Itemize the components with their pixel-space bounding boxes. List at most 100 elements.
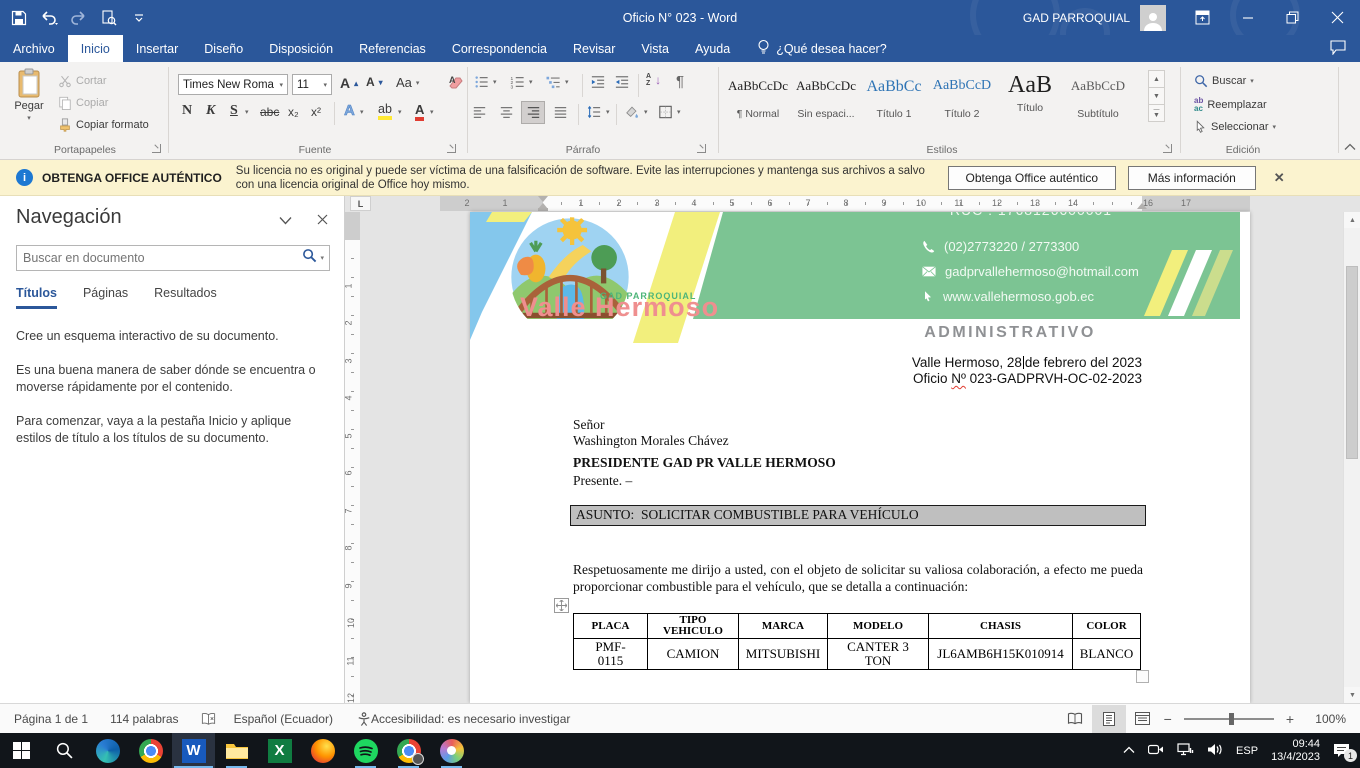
tab-archivo[interactable]: Archivo [0, 35, 68, 62]
tab-ayuda[interactable]: Ayuda [682, 35, 743, 62]
bold-button[interactable]: N [182, 103, 192, 119]
tab-disposicion[interactable]: Disposición [256, 35, 346, 62]
table-cell[interactable]: BLANCO [1073, 639, 1141, 670]
tab-stop-selector[interactable]: L [350, 196, 371, 211]
underline-button[interactable]: S [230, 103, 238, 119]
table-header[interactable]: MODELO [828, 614, 929, 639]
taskbar-chrome-profile-icon[interactable] [387, 733, 430, 768]
styles-dialog-launcher-icon[interactable] [1163, 144, 1172, 153]
meet-now-icon[interactable] [1148, 743, 1164, 759]
minimize-button[interactable] [1225, 0, 1270, 35]
italic-button[interactable]: K [206, 103, 215, 119]
start-button[interactable] [0, 733, 43, 768]
style-normal[interactable]: AaBbCcDc ¶ Normal [726, 70, 790, 128]
tab-referencias[interactable]: Referencias [346, 35, 439, 62]
styles-scroll-down[interactable]: ▼ [1148, 87, 1165, 105]
zoom-slider[interactable] [1184, 718, 1274, 720]
proofing-icon[interactable] [201, 712, 216, 726]
action-center-icon[interactable]: 1 [1333, 743, 1350, 758]
decrease-indent-button[interactable] [590, 75, 606, 89]
numbering-button[interactable]: 123▾ [510, 75, 533, 89]
scrollbar-thumb[interactable] [1346, 266, 1358, 459]
font-name-combobox[interactable]: Times New Roma▾ [178, 74, 288, 95]
nav-tab-paginas[interactable]: Páginas [83, 286, 128, 309]
tab-insertar[interactable]: Insertar [123, 35, 191, 62]
select-button[interactable]: Seleccionar▾ [1194, 120, 1276, 134]
page-indicator[interactable]: Página 1 de 1 [14, 712, 88, 726]
accessibility-icon[interactable] [357, 712, 371, 726]
style-title[interactable]: AaB Título [998, 70, 1062, 128]
table-header[interactable]: CHASIS [929, 614, 1073, 639]
nav-chevron-down-icon[interactable] [279, 212, 292, 230]
avatar[interactable] [1140, 5, 1166, 31]
keyboard-language[interactable]: ESP [1236, 745, 1258, 757]
paste-button[interactable]: Pegar ▾ [8, 68, 50, 122]
text-effects-button[interactable]: A [344, 102, 355, 119]
search-input[interactable] [17, 251, 302, 265]
search-chevron-icon[interactable]: ▾ [320, 254, 324, 262]
recipient-line-1[interactable]: Señor [573, 417, 605, 433]
body-paragraph[interactable]: Respetuosamente me dirijo a usted, con e… [573, 561, 1143, 595]
sort-button[interactable]: AZ↓ [646, 73, 661, 87]
clipboard-dialog-launcher-icon[interactable] [152, 144, 161, 153]
show-marks-button[interactable]: ¶ [676, 73, 684, 90]
table-cell[interactable]: PMF- 0115 [574, 639, 648, 670]
taskbar-firefox-icon[interactable] [301, 733, 344, 768]
taskbar-search-button[interactable] [43, 733, 86, 768]
taskbar-edge-icon[interactable] [86, 733, 129, 768]
grow-font-button[interactable]: A▴ [340, 75, 358, 91]
table-header[interactable]: TIPO VEHICULO [648, 614, 739, 639]
language-indicator[interactable]: Español (Ecuador) [234, 712, 333, 726]
taskbar-paint-icon[interactable] [430, 733, 473, 768]
taskbar-chrome-icon[interactable] [129, 733, 172, 768]
find-button[interactable]: Buscar▾ [1194, 74, 1254, 88]
recipient-line-3[interactable]: PRESIDENTE GAD PR VALLE HERMOSO [573, 455, 836, 471]
paragraph-dialog-launcher-icon[interactable] [697, 144, 706, 153]
network-icon[interactable] [1177, 743, 1194, 759]
tray-chevron-up-icon[interactable] [1123, 745, 1135, 757]
table-move-handle[interactable] [554, 598, 569, 613]
restore-button[interactable] [1270, 0, 1315, 35]
more-info-button[interactable]: Más información [1128, 166, 1256, 190]
tell-me-box[interactable]: ¿Qué desea hacer? [743, 35, 887, 62]
print-layout-button[interactable] [1092, 705, 1126, 733]
taskbar-spotify-icon[interactable] [344, 733, 387, 768]
account-name[interactable]: GAD PARROQUIAL [1023, 11, 1130, 25]
style-heading2[interactable]: AaBbCcD Título 2 [930, 70, 994, 128]
underline-chevron-icon[interactable]: ▾ [245, 108, 249, 116]
tab-correspondencia[interactable]: Correspondencia [439, 35, 560, 62]
document-page[interactable]: GAD PARROQUIAL Valle Hermoso RUC : 17681… [470, 212, 1250, 703]
table-resize-handle[interactable] [1136, 670, 1149, 683]
align-left-button[interactable] [472, 106, 487, 119]
subscript-button[interactable]: x₂ [288, 105, 299, 119]
taskbar-word-icon[interactable]: W [172, 733, 215, 768]
nav-tab-titulos[interactable]: Títulos [16, 286, 57, 309]
table-header[interactable]: PLACA [574, 614, 648, 639]
comments-icon[interactable] [1330, 40, 1346, 58]
recipient-line-2[interactable]: Washington Morales Chávez [573, 433, 729, 449]
volume-icon[interactable] [1207, 743, 1223, 759]
align-center-button[interactable] [499, 106, 514, 119]
first-line-indent-marker[interactable] [538, 196, 548, 202]
highlight-color-button[interactable]: ab [378, 102, 392, 120]
table-cell[interactable]: CANTER 3 TON [828, 639, 929, 670]
multilevel-list-button[interactable]: ▾ [546, 75, 569, 89]
justify-button[interactable] [553, 106, 568, 119]
borders-button[interactable]: ▾ [658, 105, 681, 119]
style-no-spacing[interactable]: AaBbCcDc Sin espaci... [794, 70, 858, 128]
align-right-button[interactable] [526, 106, 541, 119]
style-heading1[interactable]: AaBbCc Título 1 [862, 70, 926, 128]
increase-indent-button[interactable] [614, 75, 630, 89]
table-cell[interactable]: MITSUBISHI [739, 639, 828, 670]
table-cell[interactable]: JL6AMB6H15K010914 [929, 639, 1073, 670]
ribbon-display-options-icon[interactable] [1180, 0, 1225, 35]
recipient-line-4[interactable]: Presente. – [573, 473, 632, 489]
search-icon[interactable] [302, 248, 317, 268]
nav-close-icon[interactable] [317, 212, 328, 230]
scroll-up-icon[interactable]: ▲ [1344, 212, 1360, 228]
table-header[interactable]: MARCA [739, 614, 828, 639]
close-button[interactable] [1315, 0, 1360, 35]
font-color-chevron-icon[interactable]: ▾ [430, 108, 434, 116]
tab-diseno[interactable]: Diseño [191, 35, 256, 62]
cut-button[interactable]: Cortar [58, 74, 107, 88]
